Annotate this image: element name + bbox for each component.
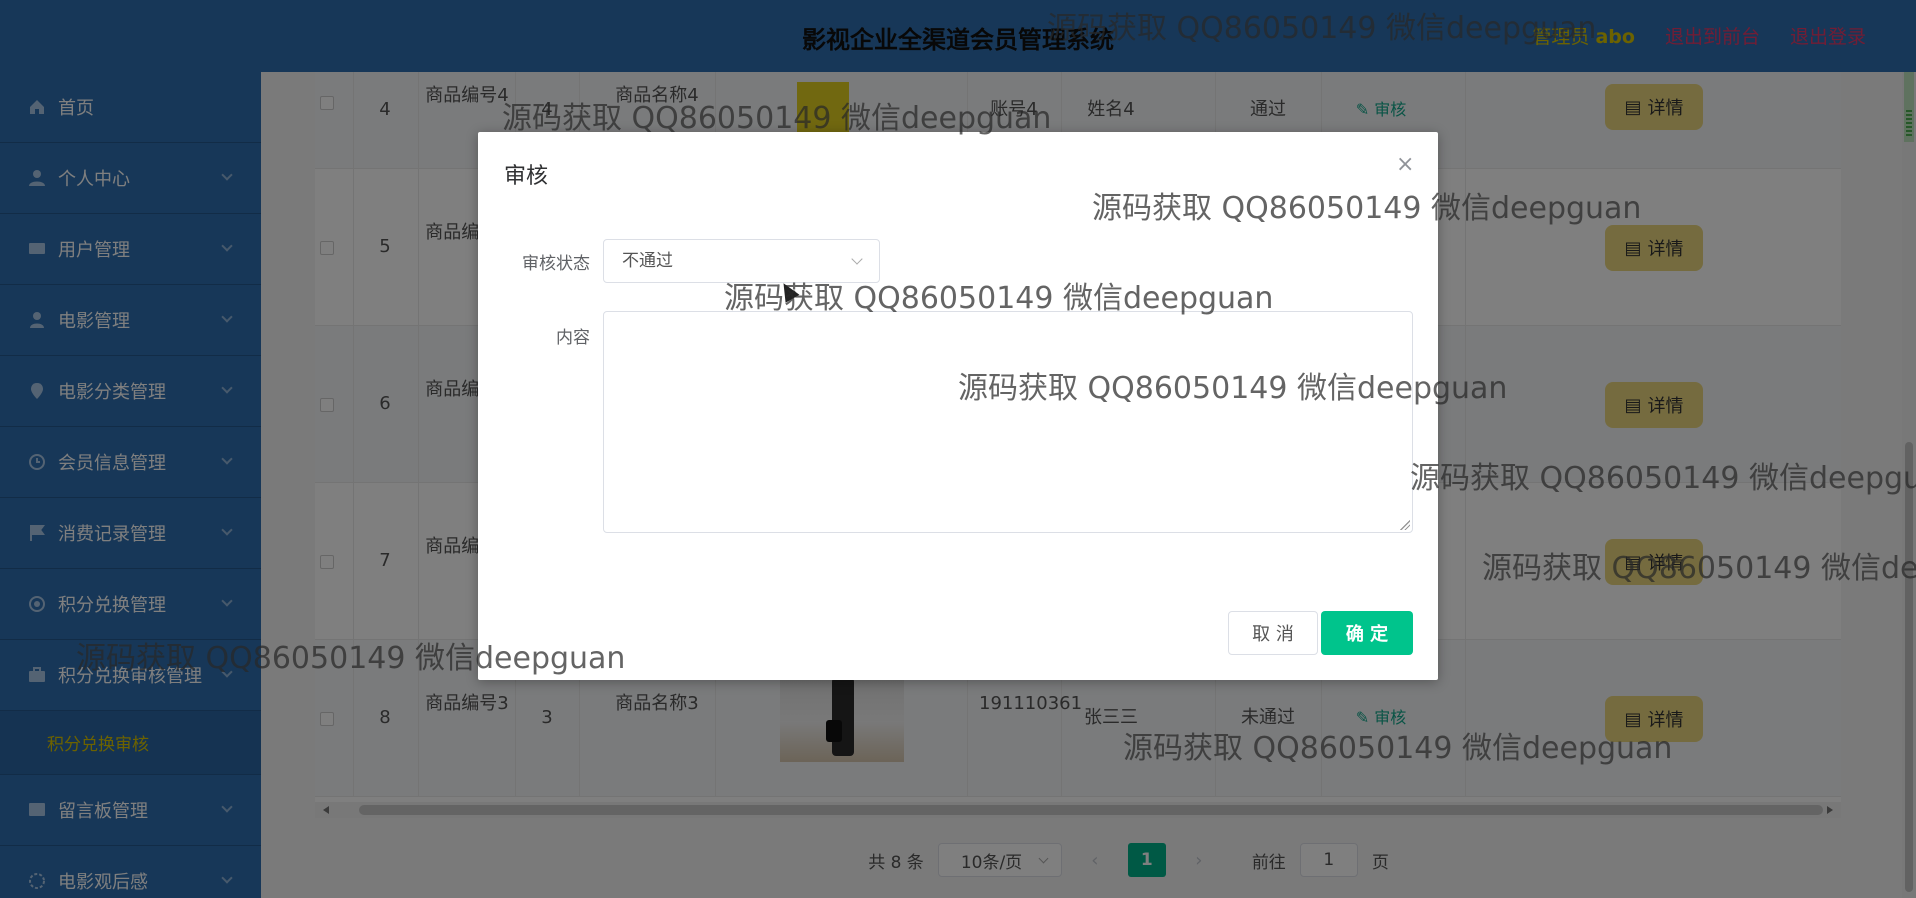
close-icon[interactable]: × <box>1396 154 1414 176</box>
content-textarea[interactable] <box>603 311 1413 533</box>
status-select[interactable]: 不通过 <box>603 239 880 283</box>
resize-grip-icon[interactable] <box>1400 520 1410 530</box>
chevron-down-icon <box>851 253 863 265</box>
audit-dialog: 审核 × 审核状态 不通过 内容 取 消 确 定 <box>478 132 1438 680</box>
status-label: 审核状态 <box>522 254 590 274</box>
confirm-button[interactable]: 确 定 <box>1321 611 1413 655</box>
dialog-title: 审核 <box>504 164 549 189</box>
content-label: 内容 <box>556 328 590 348</box>
status-select-value: 不通过 <box>622 251 673 271</box>
cancel-button[interactable]: 取 消 <box>1228 611 1318 655</box>
